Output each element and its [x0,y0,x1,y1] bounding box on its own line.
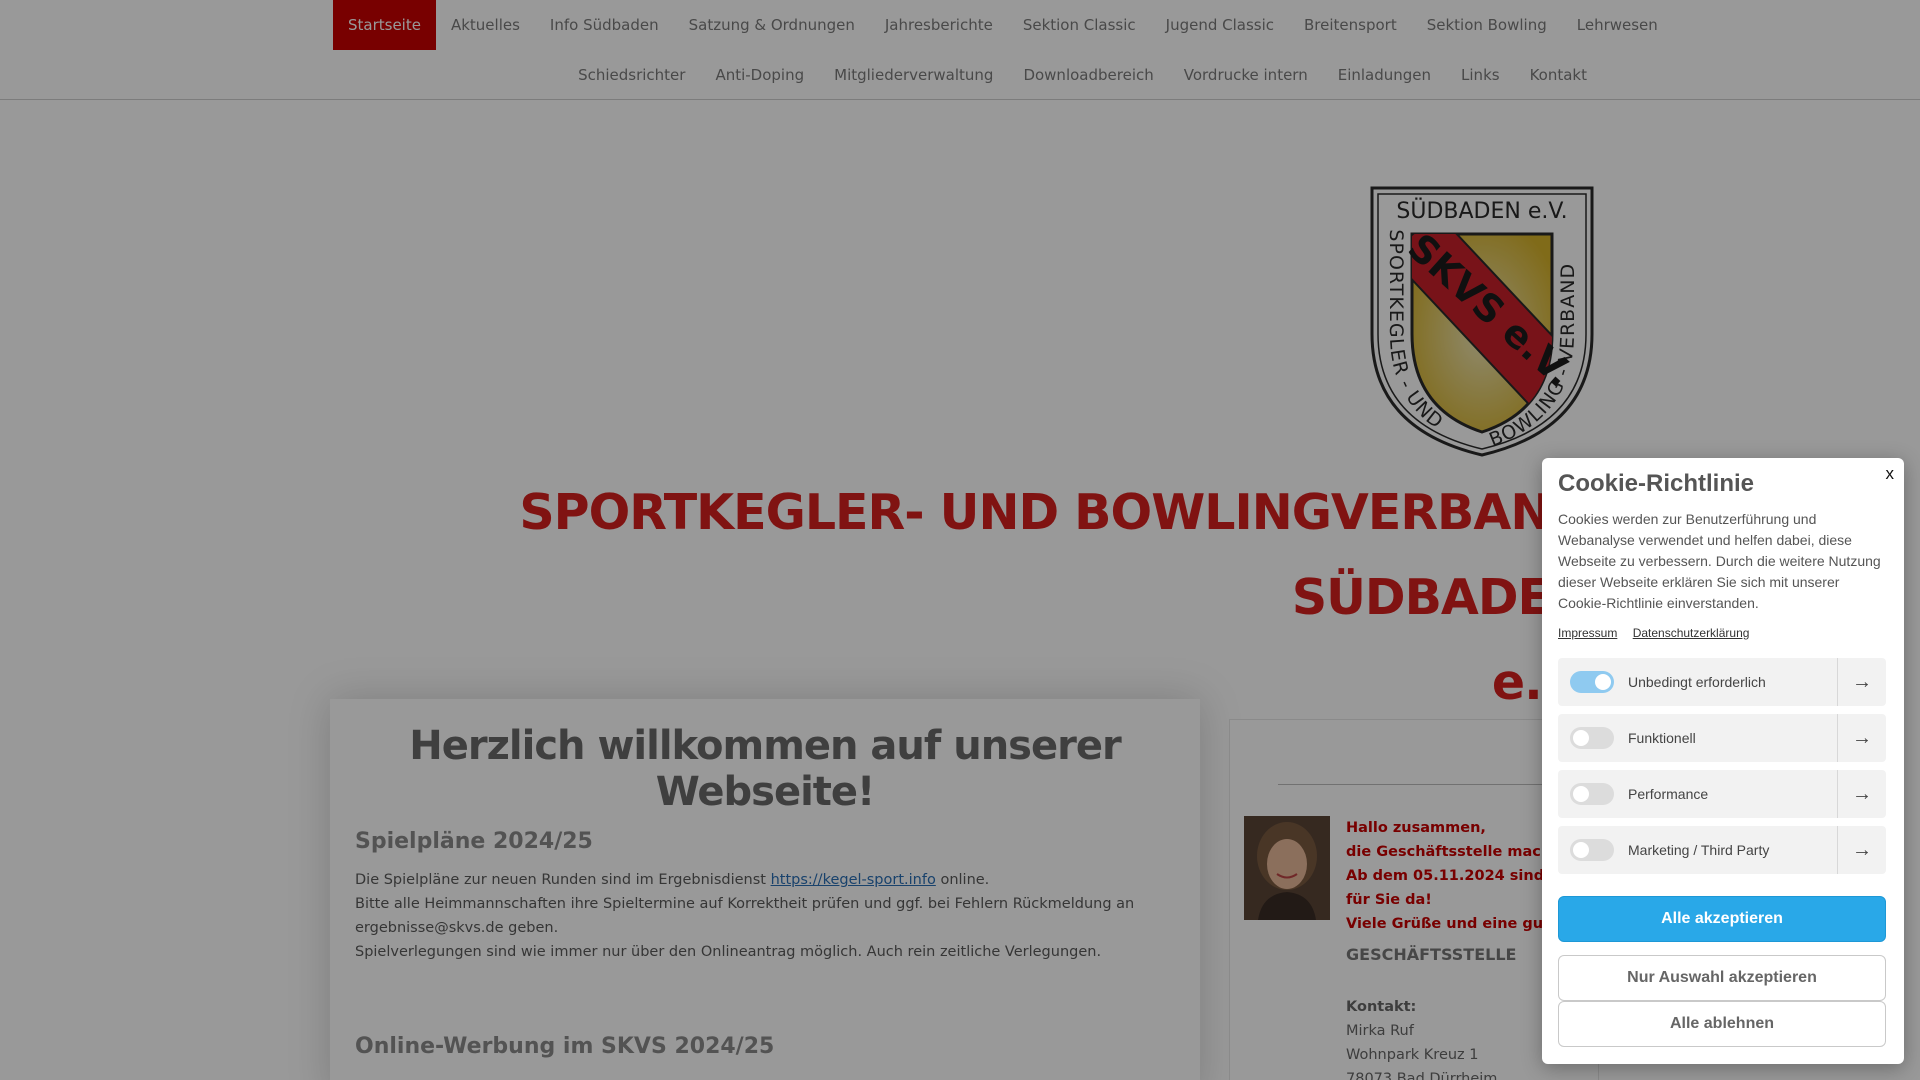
toggle-knob [1595,674,1611,690]
reject-all-button[interactable]: Alle ablehnen [1558,1001,1886,1047]
functional-toggle[interactable] [1570,727,1614,749]
cookie-category-necessary: Unbedingt erforderlich → [1558,658,1886,706]
necessary-toggle[interactable] [1570,671,1614,693]
close-icon[interactable]: x [1886,464,1895,484]
cookie-dialog: x Cookie-Richtlinie Cookies werden zur B… [1542,458,1904,1064]
cookie-category-marketing: Marketing / Third Party → [1558,826,1886,874]
necessary-label: Unbedingt erforderlich [1628,674,1766,690]
accept-all-button[interactable]: Alle akzeptieren [1558,896,1886,942]
accept-selection-button[interactable]: Nur Auswahl akzeptieren [1558,955,1886,1001]
cookie-category-functional: Funktionell → [1558,714,1886,762]
impressum-link[interactable]: Impressum [1558,626,1617,640]
marketing-label: Marketing / Third Party [1628,842,1770,858]
cookie-description: Cookies werden zur Benutzerführung und W… [1558,511,1881,611]
arrow-right-icon[interactable]: → [1837,714,1886,762]
functional-label: Funktionell [1628,730,1696,746]
marketing-toggle[interactable] [1570,839,1614,861]
cookie-title: Cookie-Richtlinie [1558,470,1755,497]
toggle-knob [1573,842,1589,858]
datenschutz-link[interactable]: Datenschutzerklärung [1633,626,1750,640]
arrow-right-icon[interactable]: → [1837,770,1886,818]
arrow-right-icon[interactable]: → [1837,658,1886,706]
arrow-right-icon[interactable]: → [1837,826,1886,874]
performance-label: Performance [1628,786,1709,802]
toggle-knob [1573,786,1589,802]
cookie-category-performance: Performance → [1558,770,1886,818]
cookie-links: Impressum Datenschutzerklärung [1558,626,1761,640]
toggle-knob [1573,730,1589,746]
performance-toggle[interactable] [1570,783,1614,805]
